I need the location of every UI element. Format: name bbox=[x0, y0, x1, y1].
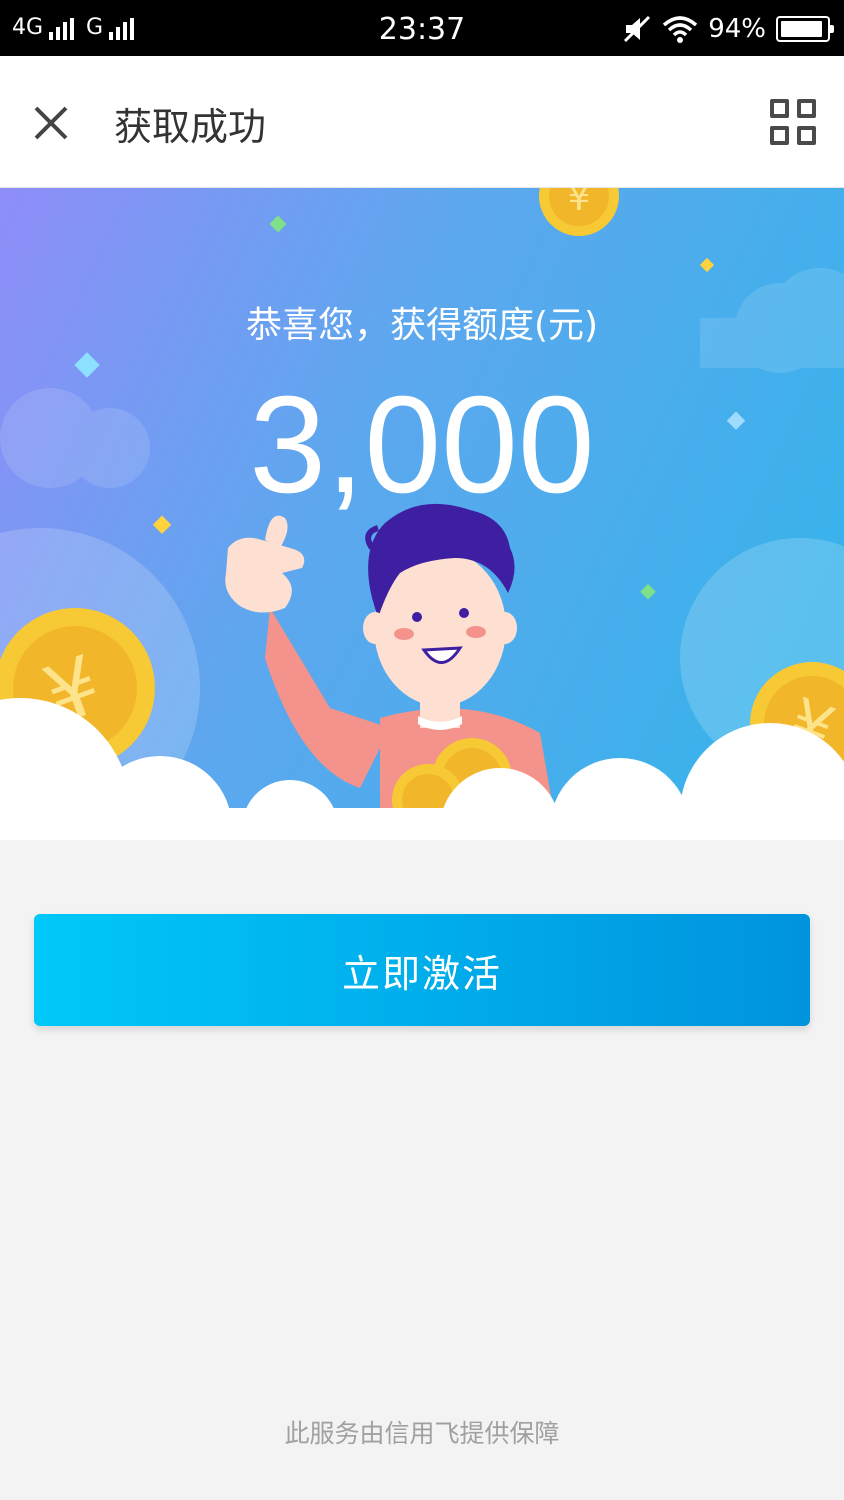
activate-button[interactable]: 立即激活 bbox=[34, 914, 810, 1026]
battery-icon bbox=[776, 16, 834, 42]
page-title: 获取成功 bbox=[114, 105, 267, 149]
status-icons: 94% bbox=[622, 14, 834, 44]
credit-amount: 3,000 bbox=[249, 368, 595, 522]
coin-top: ¥ bbox=[539, 188, 619, 236]
close-icon[interactable] bbox=[26, 98, 76, 148]
grid-menu-icon[interactable] bbox=[770, 99, 816, 145]
nav-bar: 获取成功 bbox=[0, 56, 844, 188]
battery-percent: 94% bbox=[708, 14, 766, 44]
status-bar: 4G G 23:37 94% bbox=[0, 0, 844, 56]
mute-icon bbox=[624, 15, 651, 43]
footer-text: 此服务由信用飞提供保障 bbox=[284, 1419, 560, 1448]
hero-banner: ¥ ¥ ¥ 恭喜您，获得额度(元) 3,000 bbox=[0, 188, 844, 840]
wifi-icon bbox=[663, 16, 698, 43]
coin-symbol: ¥ bbox=[568, 188, 591, 219]
hero-subtitle: 恭喜您，获得额度(元) bbox=[245, 305, 599, 346]
